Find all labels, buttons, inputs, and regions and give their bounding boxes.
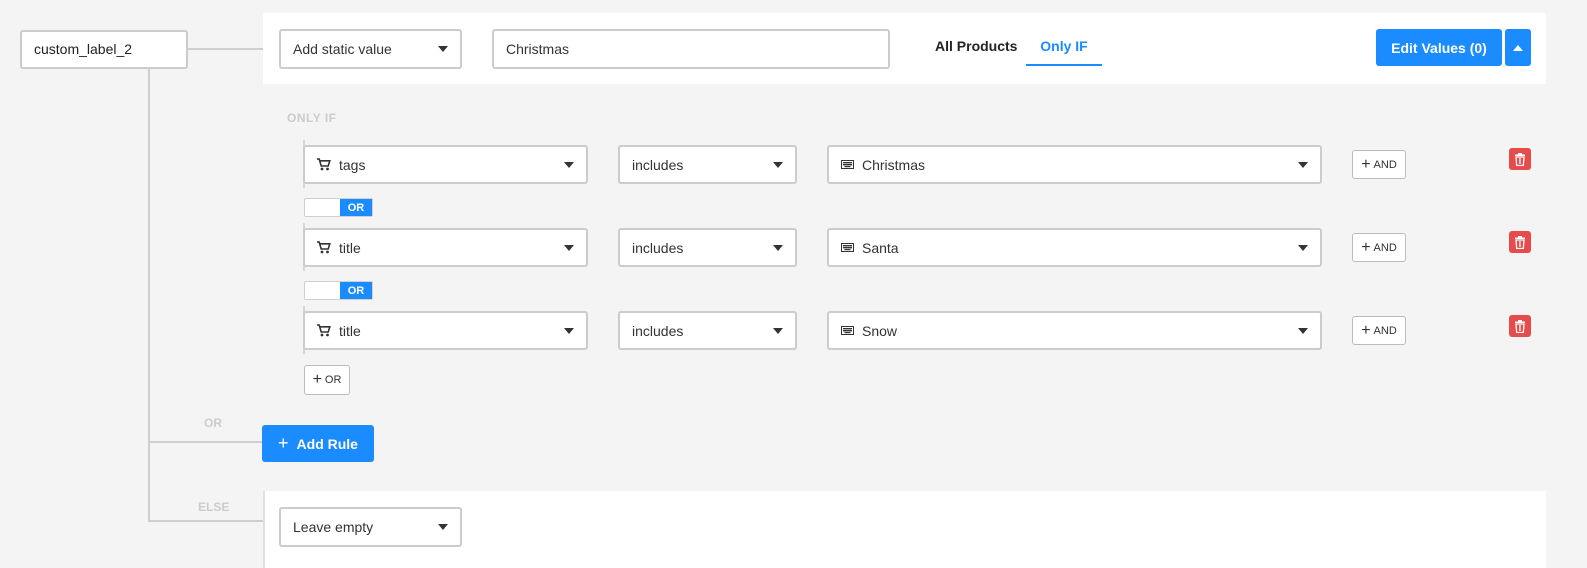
cart-icon [317, 158, 331, 171]
chevron-up-icon [1513, 44, 1523, 51]
condition-value-select[interactable]: Santa [827, 228, 1322, 267]
add-and-label: AND [1373, 324, 1397, 337]
connector-line [148, 69, 150, 522]
condition-value-value: Snow [862, 322, 898, 339]
add-and-button[interactable]: + AND [1352, 233, 1406, 262]
toggle-off-side [305, 199, 340, 216]
value-type-select[interactable]: Add static value [279, 29, 462, 69]
chevron-down-icon [564, 327, 574, 334]
trash-icon[interactable] [1509, 315, 1531, 337]
condition-value-select[interactable]: Snow [827, 311, 1322, 350]
condition-operator-select[interactable]: includes [618, 311, 797, 350]
plus-icon: + [1361, 321, 1371, 339]
add-rule-button[interactable]: + Add Rule [262, 425, 374, 462]
else-value-type-select[interactable]: Leave empty [279, 507, 462, 547]
toggle-on-label: OR [340, 282, 372, 299]
chevron-down-icon [773, 327, 783, 334]
static-value-input[interactable]: Christmas [492, 29, 890, 69]
condition-value-select[interactable]: Christmas [827, 145, 1322, 184]
condition-operator-value: includes [632, 156, 684, 173]
condition-field-select[interactable]: title [303, 228, 588, 267]
add-or-button[interactable]: + OR [304, 365, 350, 395]
connector-line [148, 520, 263, 522]
chevron-down-icon [564, 244, 574, 251]
plus-icon: + [1361, 155, 1371, 173]
connector-line [148, 441, 262, 443]
condition-field-value: title [339, 322, 361, 339]
chevron-down-icon [438, 524, 448, 530]
toggle-off-side [305, 282, 340, 299]
condition-value-value: Santa [862, 239, 899, 256]
condition-operator-select[interactable]: includes [618, 145, 797, 184]
chevron-down-icon [1298, 327, 1308, 334]
chevron-down-icon [564, 161, 574, 168]
collapse-button[interactable] [1505, 29, 1531, 66]
keyboard-icon [841, 326, 854, 335]
condition-value-value: Christmas [862, 156, 926, 173]
trash-icon[interactable] [1509, 231, 1531, 253]
only-if-title: ONLY IF [287, 111, 337, 125]
cart-icon [317, 324, 331, 337]
field-name-box[interactable]: custom_label_2 [20, 30, 188, 69]
or-branch-label: OR [204, 416, 222, 430]
edit-values-button[interactable]: Edit Values (0) [1376, 29, 1502, 66]
add-and-button[interactable]: + AND [1352, 316, 1406, 345]
condition-operator-select[interactable]: includes [618, 228, 797, 267]
else-branch-label: ELSE [198, 500, 230, 514]
plus-icon: + [312, 371, 322, 388]
add-or-label: OR [324, 374, 342, 386]
condition-operator-value: includes [632, 322, 684, 339]
add-rule-label: Add Rule [296, 435, 358, 452]
else-value-type-value: Leave empty [293, 519, 374, 535]
condition-operator-value: includes [632, 239, 684, 256]
condition-field-value: title [339, 239, 361, 256]
tab-only-if[interactable]: Only IF [1026, 36, 1102, 66]
chevron-down-icon [1298, 244, 1308, 251]
or-toggle[interactable]: OR [304, 198, 373, 217]
trash-icon[interactable] [1509, 148, 1531, 170]
cart-icon [317, 241, 331, 254]
chevron-down-icon [438, 46, 448, 52]
add-and-button[interactable]: + AND [1352, 150, 1406, 179]
chevron-down-icon [773, 161, 783, 168]
keyboard-icon [841, 160, 854, 169]
keyboard-icon [841, 243, 854, 252]
condition-field-value: tags [339, 156, 366, 173]
add-and-label: AND [1373, 241, 1397, 254]
plus-icon: + [1361, 238, 1371, 256]
plus-icon: + [278, 433, 289, 453]
condition-field-select[interactable]: title [303, 311, 588, 350]
edit-values-label: Edit Values (0) [1391, 39, 1487, 56]
value-type-value: Add static value [293, 41, 392, 57]
chevron-down-icon [1298, 161, 1308, 168]
chevron-down-icon [773, 244, 783, 251]
tab-all-products[interactable]: All Products [935, 36, 1017, 66]
connector-line [263, 491, 265, 568]
or-toggle[interactable]: OR [304, 281, 373, 300]
add-and-label: AND [1373, 158, 1397, 171]
connector-line [188, 48, 263, 50]
condition-field-select[interactable]: tags [303, 145, 588, 184]
toggle-on-label: OR [340, 199, 372, 216]
